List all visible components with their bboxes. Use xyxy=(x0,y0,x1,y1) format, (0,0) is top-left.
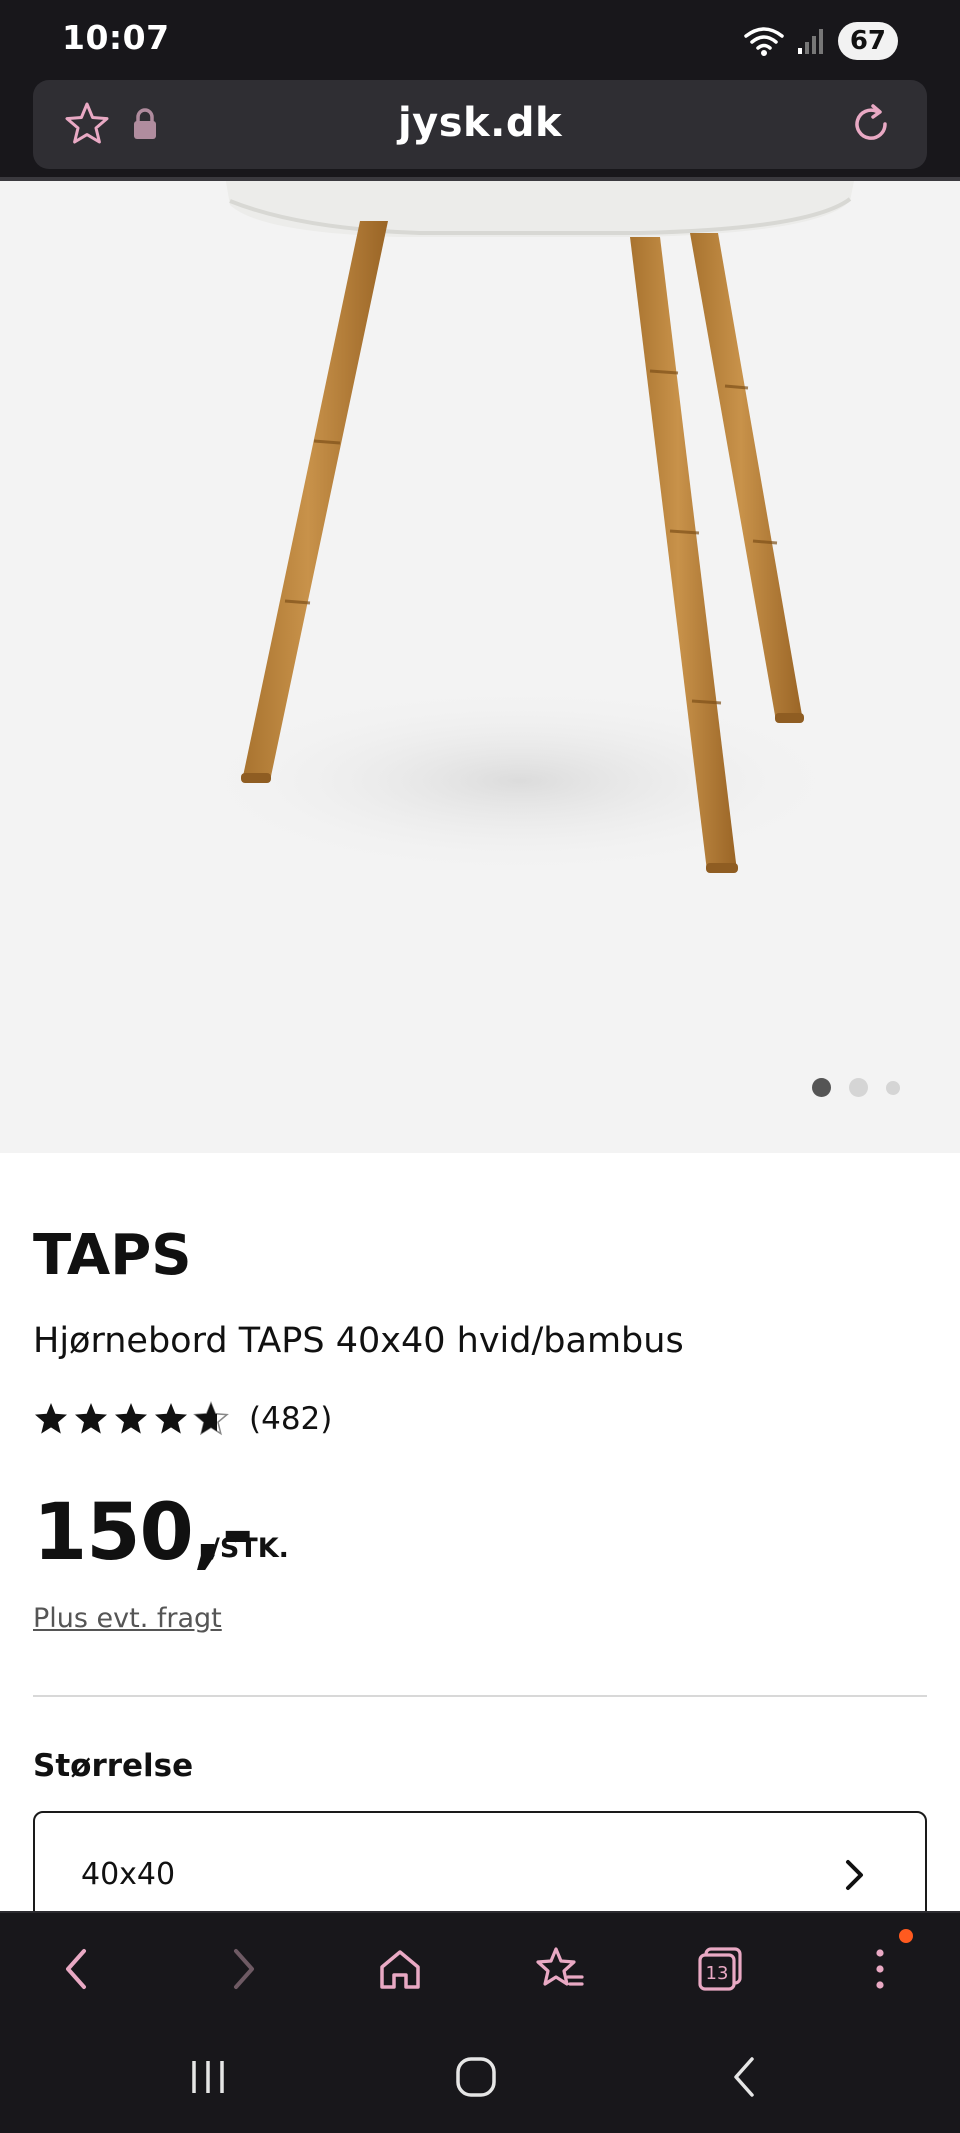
url-text[interactable]: jysk.dk xyxy=(33,100,927,146)
home-button-icon[interactable] xyxy=(454,2055,498,2099)
bookmarks-icon[interactable] xyxy=(534,1943,586,1995)
signal-icon xyxy=(797,29,823,54)
gallery-dot-2[interactable] xyxy=(849,1078,868,1097)
star-filled-icon xyxy=(115,1403,147,1434)
price-unit: /STK. xyxy=(210,1533,289,1564)
wifi-icon xyxy=(744,27,784,56)
tabs-icon[interactable]: 13 xyxy=(694,1943,746,1995)
product-name: Hjørnebord TAPS 40x40 hvid/bambus xyxy=(33,1321,684,1361)
gallery-pagination[interactable] xyxy=(812,1078,900,1097)
notification-dot xyxy=(899,1929,913,1943)
browser-toolbar: 13 xyxy=(0,1911,960,2021)
product-info: TAPS Hjørnebord TAPS 40x40 hvid/bambus (… xyxy=(0,1153,960,1911)
tabs-count: 13 xyxy=(706,1963,729,1984)
review-count[interactable]: (482) xyxy=(249,1401,332,1437)
freight-link[interactable]: Plus evt. fragt xyxy=(33,1603,222,1634)
system-back-icon[interactable] xyxy=(724,2055,768,2099)
star-half-icon xyxy=(193,1401,229,1436)
home-icon[interactable] xyxy=(374,1943,426,1995)
address-bar[interactable]: jysk.dk xyxy=(33,80,927,169)
forward-icon[interactable] xyxy=(216,1943,268,1995)
divider xyxy=(33,1695,927,1697)
size-label: Størrelse xyxy=(33,1748,194,1784)
product-brand: TAPS xyxy=(33,1223,192,1288)
status-bar: 10:07 67 xyxy=(0,0,960,80)
status-time: 10:07 xyxy=(62,18,170,57)
product-rating[interactable]: (482) xyxy=(33,1401,332,1437)
battery-icon: 67 xyxy=(837,22,898,60)
recent-apps-icon[interactable] xyxy=(186,2055,230,2099)
star-filled-icon xyxy=(155,1403,187,1434)
table-illustration xyxy=(190,181,854,876)
menu-icon[interactable] xyxy=(854,1943,906,1995)
star-filled-icon xyxy=(75,1403,107,1434)
gallery-dot-3[interactable] xyxy=(886,1080,900,1095)
size-value: 40x40 xyxy=(81,1857,176,1892)
back-icon[interactable] xyxy=(52,1943,104,1995)
chevron-right-icon xyxy=(846,1860,863,1890)
size-selector[interactable]: 40x40 xyxy=(33,1811,927,1911)
rating-stars xyxy=(33,1401,229,1437)
product-image[interactable] xyxy=(0,181,960,1153)
gallery-dot-1[interactable] xyxy=(812,1078,831,1097)
reload-icon[interactable] xyxy=(847,100,895,148)
star-filled-icon xyxy=(35,1403,67,1434)
status-icons: 67 xyxy=(744,22,898,60)
system-navigation-bar xyxy=(0,2021,960,2133)
